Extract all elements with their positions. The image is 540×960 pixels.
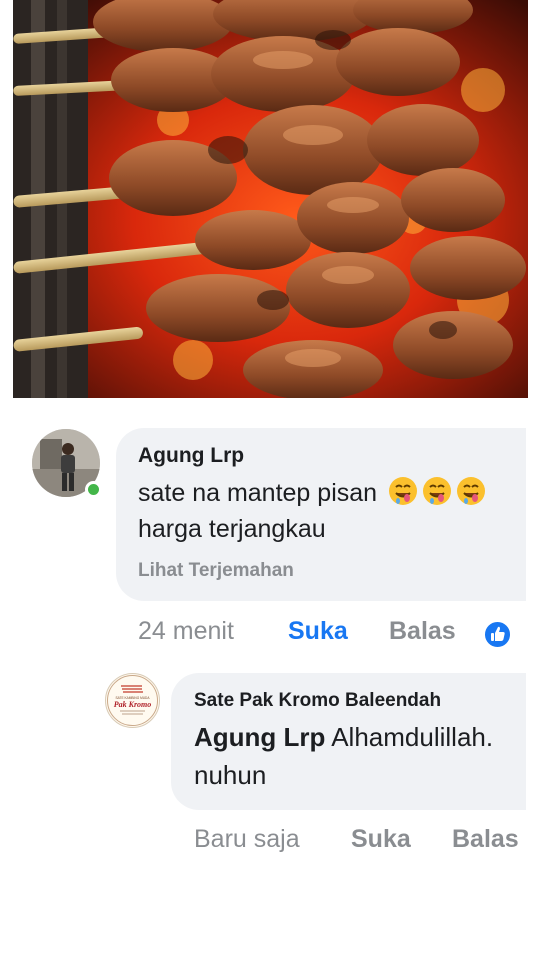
reply-reply-button[interactable]: Balas — [452, 825, 519, 854]
comment-author[interactable]: Agung Lrp — [138, 444, 244, 468]
comment-timestamp[interactable]: 24 menit — [138, 617, 234, 646]
see-translation-link[interactable]: Lihat Terjemahan — [138, 560, 294, 582]
pak-kromo-logo: SATE KAMBING MUDA Pak Kromo — [107, 675, 158, 726]
comment-like-button[interactable]: Suka — [288, 617, 348, 646]
comment-reply-button[interactable]: Balas — [389, 617, 456, 646]
like-reaction-icon[interactable] — [483, 620, 512, 649]
reply-text: Alhamdulillah. — [331, 722, 494, 752]
thumbs-up-icon — [491, 626, 505, 641]
satay-grill-image — [13, 0, 528, 398]
comment-text: sate na mantep pisan — [138, 479, 378, 507]
drooling-face-icon — [423, 477, 452, 505]
drooling-face-icon — [389, 477, 418, 505]
comment-text-line-2: harga terjangkau — [138, 515, 326, 543]
comment-text-line-1: sate na mantep pisan — [138, 476, 486, 508]
logo-text: Pak Kromo — [114, 700, 152, 709]
online-status-indicator — [85, 481, 102, 498]
post-photo[interactable] — [13, 0, 528, 398]
reply-text-line-1: Agung Lrp Alhamdulillah. — [194, 722, 493, 753]
drooling-face-icon — [457, 477, 486, 505]
reply-timestamp[interactable]: Baru saja — [194, 825, 300, 854]
reply-like-button[interactable]: Suka — [351, 825, 411, 854]
reply-text-line-2: nuhun — [194, 760, 267, 790]
page-avatar[interactable]: SATE KAMBING MUDA Pak Kromo — [105, 673, 160, 728]
mentioned-user[interactable]: Agung Lrp — [194, 722, 325, 752]
reply-author[interactable]: Sate Pak Kromo Baleendah — [194, 690, 441, 712]
